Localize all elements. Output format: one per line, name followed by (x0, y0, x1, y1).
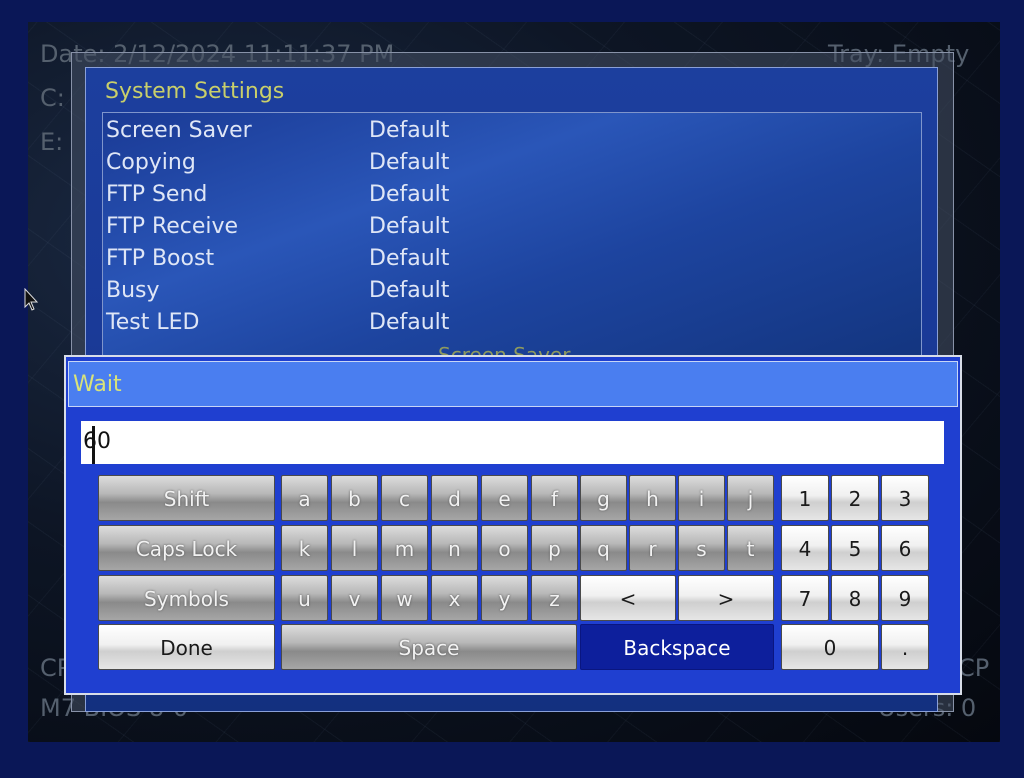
text-caret (92, 426, 95, 464)
keyboard-title: Wait (73, 372, 122, 397)
key-l[interactable]: l (331, 525, 378, 571)
left-arrow-key[interactable]: < (580, 575, 676, 621)
key-u[interactable]: u (281, 575, 328, 621)
row-label: FTP Send (106, 182, 208, 207)
row-value: Default (369, 214, 450, 239)
row-label: Test LED (106, 310, 200, 335)
key-m[interactable]: m (381, 525, 428, 571)
settings-row-test-led[interactable]: Test LED Default (106, 310, 886, 340)
settings-row-copying[interactable]: Copying Default (106, 150, 886, 180)
key-6[interactable]: 6 (881, 525, 929, 571)
row-label: Busy (106, 278, 160, 303)
dot-key[interactable]: . (881, 624, 929, 670)
wait-value-input[interactable]: 60 (81, 421, 944, 464)
done-button[interactable]: Done (98, 624, 275, 670)
drive-c-label: C: (40, 84, 65, 112)
key-j[interactable]: j (727, 475, 774, 521)
backspace-key[interactable]: Backspace (580, 624, 774, 670)
key-i[interactable]: i (678, 475, 725, 521)
settings-row-ftp-boost[interactable]: FTP Boost Default (106, 246, 886, 276)
key-8[interactable]: 8 (831, 575, 879, 621)
key-n[interactable]: n (431, 525, 478, 571)
key-y[interactable]: y (481, 575, 528, 621)
settings-row-busy[interactable]: Busy Default (106, 278, 886, 308)
row-value: Default (369, 278, 450, 303)
key-7[interactable]: 7 (781, 575, 829, 621)
key-v[interactable]: v (331, 575, 378, 621)
key-o[interactable]: o (481, 525, 528, 571)
settings-row-screen-saver[interactable]: Screen Saver Default (106, 118, 886, 148)
key-b[interactable]: b (331, 475, 378, 521)
key-s[interactable]: s (678, 525, 725, 571)
bottom-right-status: CP (958, 654, 990, 682)
right-arrow-key[interactable]: > (678, 575, 774, 621)
key-q[interactable]: q (580, 525, 627, 571)
symbols-key[interactable]: Symbols (98, 575, 275, 621)
row-value: Default (369, 310, 450, 335)
shift-key[interactable]: Shift (98, 475, 275, 521)
settings-list: Screen Saver Default Copying Default FTP… (102, 112, 922, 362)
key-x[interactable]: x (431, 575, 478, 621)
key-w[interactable]: w (381, 575, 428, 621)
key-e[interactable]: e (481, 475, 528, 521)
key-k[interactable]: k (281, 525, 328, 571)
key-2[interactable]: 2 (831, 475, 879, 521)
key-4[interactable]: 4 (781, 525, 829, 571)
row-label: Copying (106, 150, 196, 175)
key-9[interactable]: 9 (881, 575, 929, 621)
key-a[interactable]: a (281, 475, 328, 521)
key-5[interactable]: 5 (831, 525, 879, 571)
key-r[interactable]: r (629, 525, 676, 571)
key-c[interactable]: c (381, 475, 428, 521)
key-d[interactable]: d (431, 475, 478, 521)
drive-e-label: E: (40, 128, 64, 156)
space-key[interactable]: Space (281, 624, 577, 670)
row-value: Default (369, 118, 450, 143)
row-label: FTP Boost (106, 246, 215, 271)
keyboard-title-bar (68, 361, 958, 407)
key-p[interactable]: p (531, 525, 578, 571)
key-t[interactable]: t (727, 525, 774, 571)
key-0[interactable]: 0 (781, 624, 879, 670)
key-1[interactable]: 1 (781, 475, 829, 521)
key-g[interactable]: g (580, 475, 627, 521)
key-3[interactable]: 3 (881, 475, 929, 521)
settings-row-ftp-send[interactable]: FTP Send Default (106, 182, 886, 212)
row-label: Screen Saver (106, 118, 252, 143)
key-f[interactable]: f (531, 475, 578, 521)
key-z[interactable]: z (531, 575, 578, 621)
settings-title: System Settings (105, 79, 285, 104)
settings-row-ftp-receive[interactable]: FTP Receive Default (106, 214, 886, 244)
row-value: Default (369, 150, 450, 175)
row-value: Default (369, 246, 450, 271)
row-label: FTP Receive (106, 214, 239, 239)
key-h[interactable]: h (629, 475, 676, 521)
mouse-cursor-icon (24, 288, 39, 311)
row-value: Default (369, 182, 450, 207)
caps-lock-key[interactable]: Caps Lock (98, 525, 275, 571)
